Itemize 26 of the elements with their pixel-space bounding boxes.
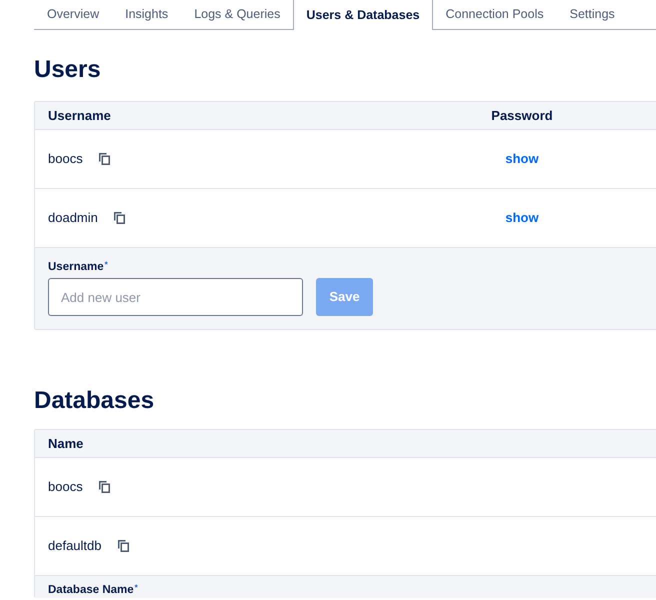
copy-icon[interactable] — [98, 481, 110, 493]
username-text: doadmin — [48, 209, 98, 228]
database-name-text: defaultdb — [48, 537, 102, 556]
field-label: Database Name — [48, 584, 134, 597]
field-label: Username — [48, 261, 104, 274]
column-header: Name — [48, 434, 84, 453]
show-password-link[interactable]: show — [505, 210, 539, 226]
copy-icon[interactable] — [118, 540, 128, 552]
tab[interactable]: Insights — [112, 0, 182, 29]
tab[interactable]: Settings — [556, 0, 628, 29]
required-mark: * — [134, 584, 138, 592]
section-title: Databases — [34, 386, 154, 415]
tab[interactable]: Overview — [34, 0, 112, 29]
database-name-text: boocs — [48, 478, 83, 496]
copy-icon[interactable] — [114, 212, 125, 224]
copy-icon[interactable] — [98, 153, 110, 165]
tab[interactable]: Connection Pools — [432, 0, 557, 29]
tab[interactable]: Logs & Queries — [181, 0, 294, 29]
column-header: Password — [491, 108, 553, 123]
section-title: Users — [34, 55, 101, 84]
username-text: boocs — [48, 150, 83, 168]
column-header: Username — [48, 106, 111, 125]
username-input[interactable]: Add new user — [48, 278, 303, 316]
required-mark: * — [104, 261, 108, 269]
show-password-link[interactable]: show — [505, 151, 539, 166]
tab[interactable]: Users & Databases — [293, 0, 433, 30]
